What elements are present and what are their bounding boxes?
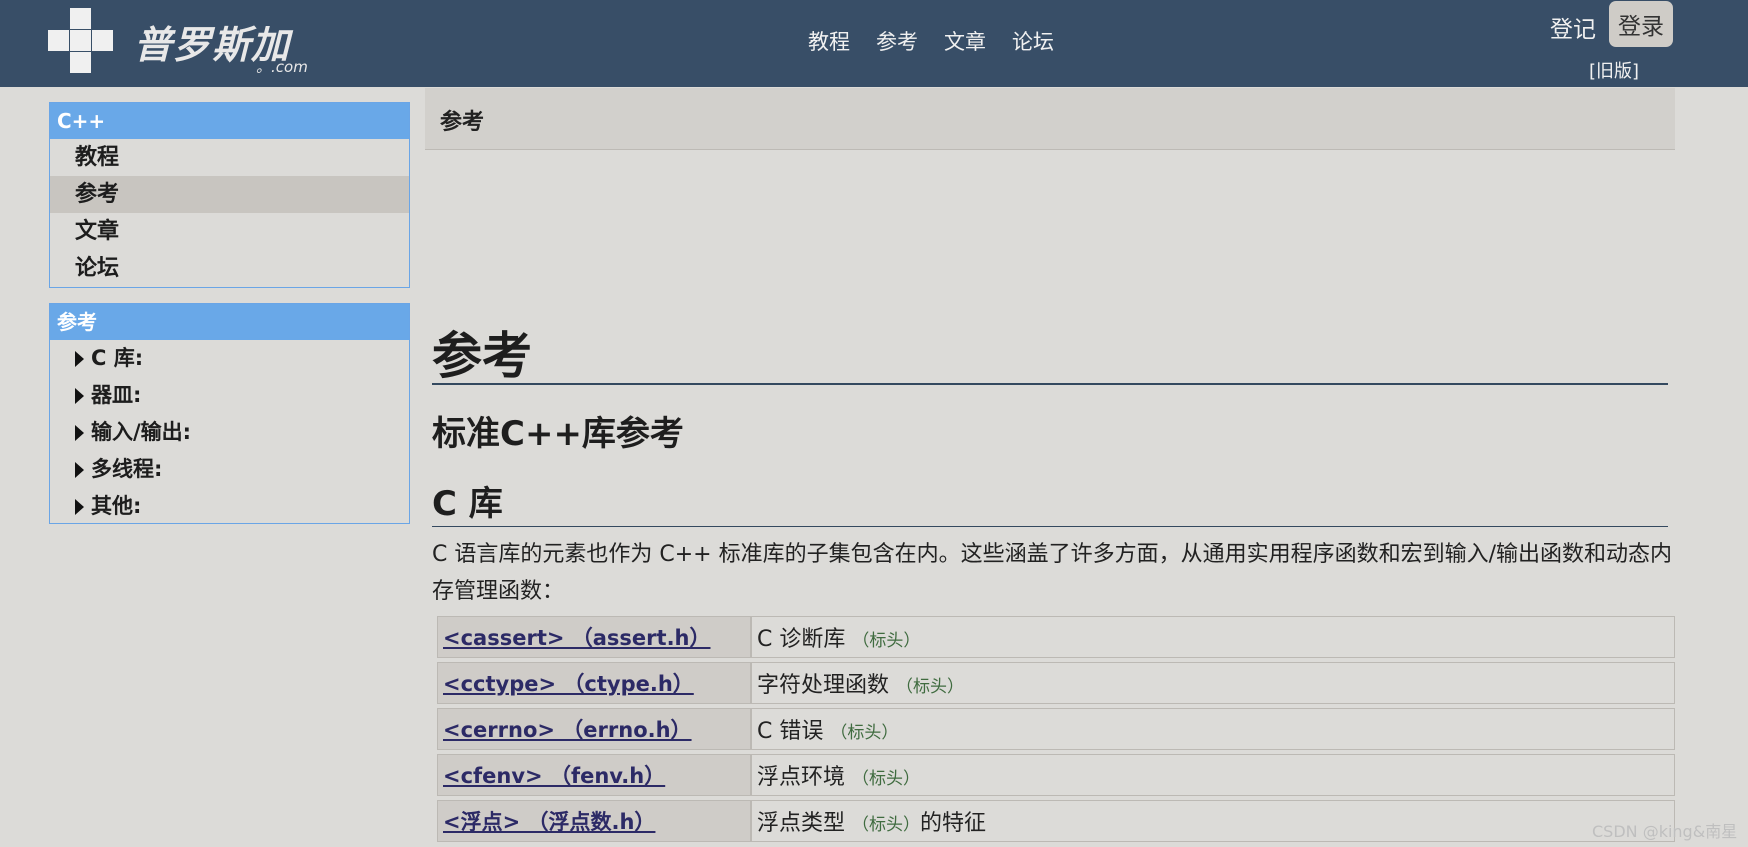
sidebar-reference-box: 参考 C 库: 器皿: 输入/输出: 多线程: 其他: (49, 303, 410, 524)
sidebar-item-forum[interactable]: 论坛 (50, 250, 409, 287)
expand-triangle-icon (75, 350, 84, 367)
header-tag: （标头） (896, 677, 965, 697)
header-cell: <cassert> （assert.h） (437, 616, 751, 658)
description-cell: 浮点类型 （标头）的特征 (751, 800, 1675, 842)
header-link[interactable]: <cassert> （assert.h） (443, 626, 711, 650)
sidebar-item-reference[interactable]: 参考 (50, 176, 409, 213)
description-text: 浮点类型 (757, 811, 846, 836)
top-nav: 教程 参考 文章 论坛 (808, 26, 1054, 56)
expand-triangle-icon (75, 461, 84, 478)
header-cell: <cerrno> （errno.h） (437, 708, 751, 750)
table-row: <cctype> （ctype.h） 字符处理函数 （标头） (437, 662, 1675, 704)
expand-triangle-icon (75, 387, 84, 404)
header-cell: <cfenv> （fenv.h） (437, 754, 751, 796)
header-link[interactable]: <cctype> （ctype.h） (443, 672, 694, 696)
description-cell: C 错误 （标头） (751, 708, 1675, 750)
nav-forum[interactable]: 论坛 (1012, 26, 1054, 56)
tree-item-label: 其他: (91, 494, 142, 518)
tree-item-containers[interactable]: 器皿: (50, 377, 409, 414)
breadcrumb-label[interactable]: 参考 (440, 104, 484, 136)
section-title: C 库 (432, 484, 503, 524)
header-link[interactable]: <cfenv> （fenv.h） (443, 764, 665, 788)
table-row: <cerrno> （errno.h） C 错误 （标头） (437, 708, 1675, 750)
header-link[interactable]: <浮点> （浮点数.h） (443, 810, 655, 834)
logo-domain: 。.com (256, 58, 308, 76)
table-row: <浮点> （浮点数.h） 浮点类型 （标头）的特征 (437, 800, 1675, 842)
nav-tutorial[interactable]: 教程 (808, 26, 850, 56)
tree-item-label: 器皿: (91, 383, 142, 407)
tree-item-multithreading[interactable]: 多线程: (50, 451, 409, 488)
sidebar-main-box: C++ 教程 参考 文章 论坛 (49, 102, 410, 288)
header-link[interactable]: <cerrno> （errno.h） (443, 718, 692, 742)
description-text: C 诊断库 (757, 627, 846, 652)
sidebar-item-articles[interactable]: 文章 (50, 213, 409, 250)
tree-item-c-library[interactable]: C 库: (50, 340, 409, 377)
watermark: CSDN @king&南星 (1592, 822, 1738, 841)
page-title: 参考 (432, 327, 532, 385)
nav-articles[interactable]: 文章 (944, 26, 986, 56)
section-divider (432, 526, 1668, 527)
top-header: 普罗斯加 。.com 教程 参考 文章 论坛 登记 登录 [旧版] (0, 0, 1748, 87)
tree-item-label: C 库: (91, 346, 144, 370)
nav-reference[interactable]: 参考 (876, 26, 918, 56)
header-cell: <cctype> （ctype.h） (437, 662, 751, 704)
description-text: 浮点环境 (757, 765, 846, 790)
plus-logo-icon (48, 8, 113, 73)
old-version-link[interactable]: [旧版] (1589, 57, 1639, 83)
header-reference-table: <cassert> （assert.h） C 诊断库 （标头） <cctype>… (437, 612, 1675, 846)
section-intro: C 语言库的元素也作为 C++ 标准库的子集包含在内。这些涵盖了许多方面，从通用… (432, 542, 1672, 604)
header-tag: （标头） (852, 631, 921, 651)
description-text: 字符处理函数 (757, 673, 890, 698)
description-text: C 错误 (757, 719, 824, 744)
sidebar-main-title: C++ (50, 103, 409, 139)
breadcrumb: 参考 (425, 88, 1675, 150)
signup-link[interactable]: 登记 (1550, 10, 1596, 44)
title-divider (432, 383, 1668, 385)
expand-triangle-icon (75, 424, 84, 441)
description-cell: 字符处理函数 （标头） (751, 662, 1675, 704)
sidebar-reference-title: 参考 (50, 304, 409, 340)
expand-triangle-icon (75, 498, 84, 515)
tree-item-label: 多线程: (91, 457, 163, 481)
page-subtitle: 标准C++库参考 (432, 414, 684, 454)
tree-item-other[interactable]: 其他: (50, 488, 409, 525)
description-cell: C 诊断库 （标头） (751, 616, 1675, 658)
table-row: <cassert> （assert.h） C 诊断库 （标头） (437, 616, 1675, 658)
description-suffix: 的特征 (920, 811, 987, 836)
tree-item-label: 输入/输出: (91, 420, 192, 444)
header-tag: （标头） (852, 769, 921, 789)
description-cell: 浮点环境 （标头） (751, 754, 1675, 796)
site-logo[interactable]: 普罗斯加 。.com (48, 6, 348, 76)
login-button[interactable]: 登录 (1609, 1, 1673, 47)
tree-item-input-output[interactable]: 输入/输出: (50, 414, 409, 451)
header-tag: （标头） (830, 723, 899, 743)
header-tag: （标头） (852, 815, 921, 835)
sidebar-item-tutorial[interactable]: 教程 (50, 139, 409, 176)
header-cell: <浮点> （浮点数.h） (437, 800, 751, 842)
table-row: <cfenv> （fenv.h） 浮点环境 （标头） (437, 754, 1675, 796)
